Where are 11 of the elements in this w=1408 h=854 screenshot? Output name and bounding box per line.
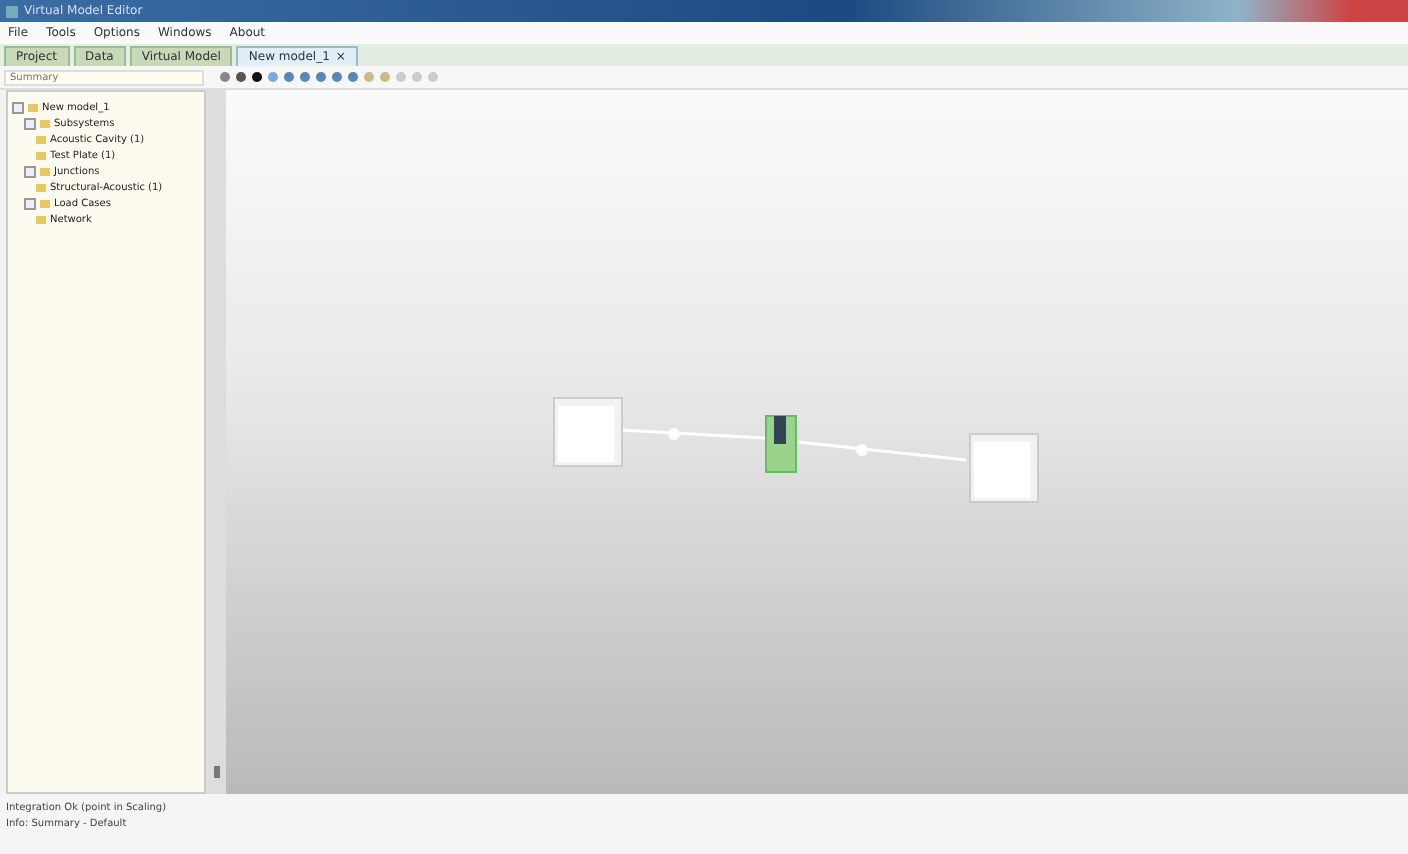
cavity-cube [969, 433, 1039, 503]
cavity-cube [553, 397, 623, 467]
junction-node [856, 444, 868, 456]
expander-icon[interactable] [24, 198, 36, 210]
expander-icon[interactable] [24, 166, 36, 178]
app-icon [6, 5, 18, 17]
expander-icon[interactable] [24, 118, 36, 130]
junction-node [668, 428, 680, 440]
plate-component [765, 415, 797, 473]
scroll-thumb[interactable] [213, 766, 219, 778]
expander-icon[interactable] [12, 102, 24, 114]
